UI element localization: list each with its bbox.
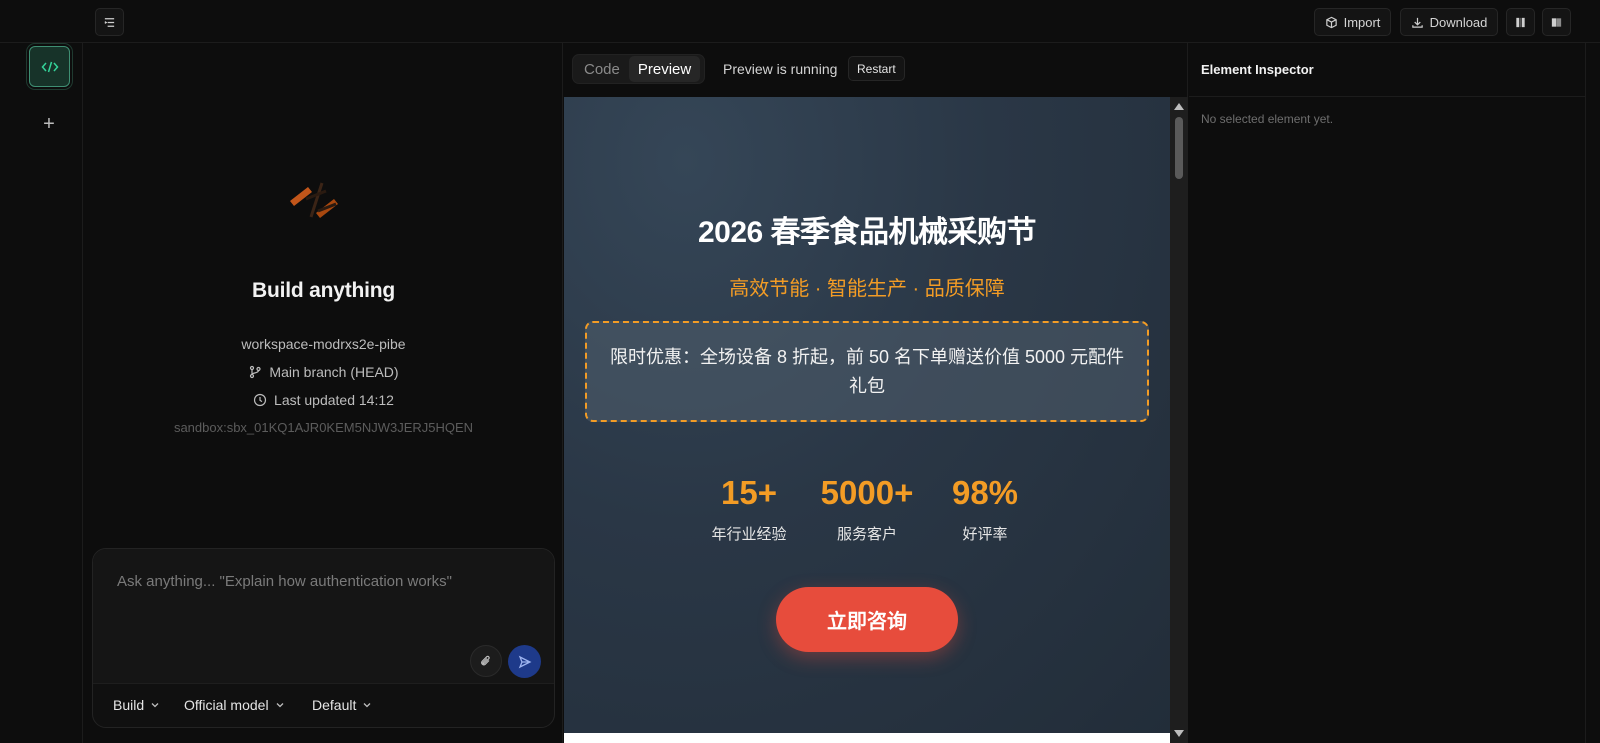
download-label: Download — [1429, 14, 1488, 30]
code-logo-icon — [290, 182, 338, 218]
stat-value: 15+ — [721, 474, 777, 511]
workspace-label: workspace-modrxs2e-pibe — [241, 336, 406, 352]
page-title: 2026 春季食品机械采购节 — [697, 216, 1037, 249]
left-rail: + — [0, 43, 83, 743]
panel-right-icon — [1551, 17, 1562, 27]
paperclip-icon — [481, 655, 490, 666]
page-subtitle: 高效节能 · 智能生产 · 品质保障 — [729, 278, 1005, 300]
inspector-title: Element Inspector — [1201, 62, 1314, 77]
package-icon — [1325, 16, 1337, 28]
rail-project-button[interactable] — [29, 46, 70, 87]
toggle-inspector-button[interactable] — [1542, 8, 1571, 36]
scroll-thumb[interactable] — [1175, 117, 1183, 179]
stat-label: 好评率 — [962, 526, 1008, 543]
inspector-header: Element Inspector — [1189, 43, 1586, 97]
preview-status: Preview is running — [723, 61, 838, 77]
build-title: Build anything — [251, 279, 396, 302]
chevron-down-icon — [151, 703, 159, 708]
preview-frame: 2026 春季食品机械采购节 高效节能 · 智能生产 · 品质保障 限时优惠：全… — [564, 97, 1170, 743]
stats-row: 15+ 年行业经验 5000+ 服务客户 98% 好评率 — [564, 475, 1170, 544]
clock-icon — [253, 393, 267, 407]
inspector-empty-text: No selected element yet. — [1201, 112, 1334, 126]
promo-text: 限时优惠：全场设备 8 折起，前 50 名下单赠送价值 5000 元配件礼包 — [609, 346, 1125, 396]
profile-label: Default — [312, 697, 357, 713]
import-button[interactable]: Import — [1314, 8, 1391, 36]
send-button[interactable] — [508, 645, 541, 678]
scroll-down-icon[interactable] — [1174, 730, 1184, 737]
model-dropdown[interactable]: Official model — [184, 697, 285, 713]
toggle-sidebar-button[interactable] — [95, 8, 124, 36]
attach-button[interactable] — [470, 645, 502, 677]
view-tabs: Code Preview — [572, 54, 705, 84]
promo-banner: 限时优惠：全场设备 8 折起，前 50 名下单赠送价值 5000 元配件礼包 — [585, 321, 1149, 422]
stat-label: 年行业经验 — [711, 526, 787, 543]
sandbox-id: sandbox:sbx_01KQ1AJR0KEM5NJW3JERJ5HQEN — [84, 420, 563, 435]
chevron-down-icon — [276, 703, 284, 708]
send-icon — [518, 655, 531, 668]
code-icon — [41, 61, 58, 72]
chevron-down-icon — [363, 703, 371, 708]
app-window: Import Download + Build anything workspa… — [0, 0, 1600, 743]
top-bar: Import Download — [0, 0, 1600, 43]
download-icon — [1411, 17, 1423, 28]
stat-rating: 98% 好评率 — [941, 475, 1029, 544]
branch-info: Main branch (HEAD) — [84, 364, 563, 380]
last-updated-label: Last updated 14:12 — [274, 392, 394, 408]
scroll-up-icon[interactable] — [1174, 103, 1184, 110]
split-view-button[interactable] — [1506, 8, 1535, 36]
preview-scrollbar[interactable] — [1170, 97, 1188, 743]
composer-input-area — [93, 549, 554, 684]
chat-panel: Build anything workspace-modrxs2e-pibe M… — [84, 43, 563, 743]
model-label: Official model — [184, 697, 269, 713]
git-branch-icon — [250, 365, 262, 379]
stat-value: 5000+ — [820, 474, 914, 511]
download-button[interactable]: Download — [1400, 8, 1498, 36]
profile-dropdown[interactable]: Default — [312, 697, 372, 713]
restart-button[interactable]: Restart — [848, 56, 905, 81]
element-inspector: Element Inspector No selected element ye… — [1189, 43, 1586, 743]
new-project-plus-icon[interactable]: + — [38, 113, 60, 135]
mode-dropdown[interactable]: Build — [113, 697, 160, 713]
branch-label: Main branch (HEAD) — [269, 364, 399, 380]
stat-value: 98% — [951, 474, 1019, 511]
stat-customers: 5000+ 服务客户 — [820, 474, 914, 544]
mode-label: Build — [113, 697, 145, 713]
last-updated: Last updated 14:12 — [84, 392, 563, 408]
sandbox-label: sandbox:sbx_01KQ1AJR0KEM5NJW3JERJ5HQEN — [173, 420, 474, 435]
preview-panel: Code Preview Preview is running Restart … — [564, 43, 1188, 743]
stat-experience: 15+ 年行业经验 — [705, 475, 793, 544]
chat-input[interactable] — [117, 573, 537, 590]
tab-code[interactable]: Code — [575, 56, 629, 82]
stat-label: 服务客户 — [836, 526, 897, 543]
chat-composer: Build Official model Default — [92, 548, 555, 728]
consult-button[interactable]: 立即咨询 — [776, 587, 958, 652]
workspace-name: workspace-modrxs2e-pibe — [84, 336, 563, 352]
columns-icon — [1516, 17, 1525, 27]
import-label: Import — [1343, 14, 1381, 30]
sidebar-toggle-icon — [104, 17, 115, 27]
tab-preview[interactable]: Preview — [628, 56, 701, 82]
